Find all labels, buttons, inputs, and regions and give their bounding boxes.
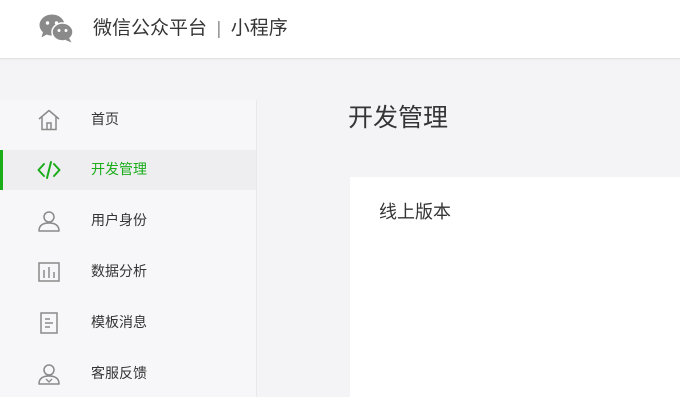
wechat-logo-icon[interactable]: [38, 13, 74, 43]
sidebar-item-label: 用户身份: [91, 213, 147, 229]
user-icon: [38, 211, 60, 232]
sidebar-item-label: 模板消息: [91, 315, 147, 331]
sidebar-item-label: 客服反馈: [91, 366, 147, 382]
sidebar-item-user-identity[interactable]: 用户身份: [0, 201, 256, 241]
sidebar-item-label: 开发管理: [91, 162, 147, 178]
sidebar-item-customer-feedback[interactable]: 客服反馈: [0, 354, 256, 394]
sidebar-item-dev-management[interactable]: 开发管理: [0, 150, 256, 190]
brand-name[interactable]: 微信公众平台: [93, 17, 207, 39]
brand-title: 微信公众平台 | 小程序: [93, 15, 288, 42]
sidebar-item-data-analysis[interactable]: 数据分析: [0, 252, 256, 292]
sidebar: 首页 开发管理 用户身份 数据分析 模板消息 客服反馈: [0, 100, 257, 397]
brand-separator: |: [216, 19, 222, 39]
online-version-card: 线上版本: [350, 177, 680, 397]
document-icon: [40, 312, 58, 334]
product-name: 小程序: [230, 17, 288, 39]
code-icon: [37, 161, 61, 179]
home-icon: [38, 109, 60, 131]
sidebar-item-label: 首页: [91, 112, 119, 128]
top-bar: 微信公众平台 | 小程序: [0, 0, 680, 59]
sidebar-item-template-message[interactable]: 模板消息: [0, 303, 256, 343]
page-title: 开发管理: [348, 103, 449, 132]
customer-service-icon: [38, 364, 60, 385]
bar-chart-icon: [38, 262, 60, 282]
sidebar-item-home[interactable]: 首页: [0, 100, 256, 140]
card-title: 线上版本: [379, 202, 451, 223]
active-indicator: [0, 150, 3, 190]
sidebar-item-label: 数据分析: [91, 264, 147, 280]
